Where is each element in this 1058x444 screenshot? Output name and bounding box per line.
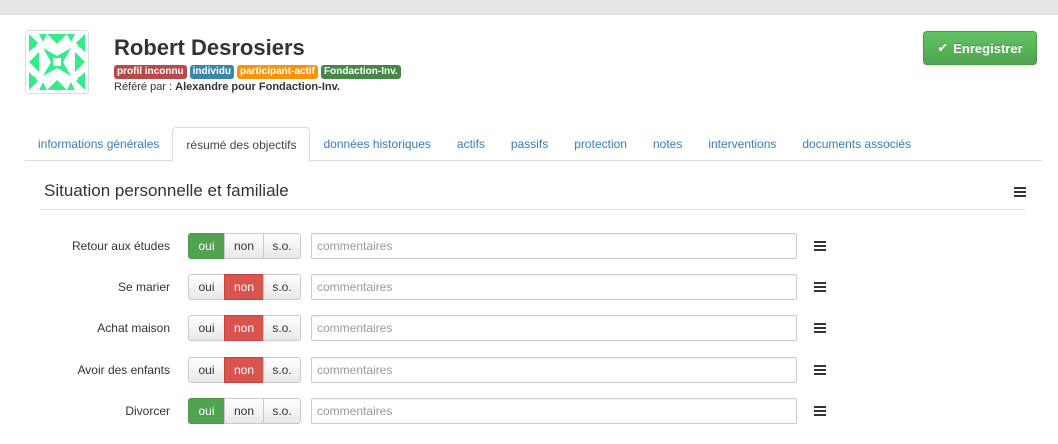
yes-no-toggle: oui non s.o.	[188, 233, 301, 259]
tab-protection[interactable]: protection	[561, 127, 640, 161]
objective-label: Achat maison	[97, 321, 170, 335]
tab-passifs[interactable]: passifs	[498, 127, 561, 161]
menu-icon[interactable]	[814, 282, 826, 292]
profile-badges: profil inconnu individu participant-acti…	[114, 65, 401, 79]
section-divider	[40, 209, 1026, 210]
option-oui-button[interactable]: oui	[188, 357, 225, 383]
menu-icon[interactable]	[814, 241, 826, 251]
objective-label: Avoir des enfants	[77, 363, 170, 377]
status-badge: participant-actif	[237, 65, 319, 79]
referred-name: Alexandre pour Fondaction-Inv.	[175, 81, 340, 93]
tab-actifs[interactable]: actifs	[444, 127, 498, 161]
yes-no-toggle: oui non s.o.	[188, 274, 301, 300]
objective-row: Retour aux études oui non s.o.	[0, 233, 1058, 259]
save-button[interactable]: ✔ Enregistrer	[923, 31, 1037, 65]
option-oui-button[interactable]: oui	[188, 315, 225, 341]
tab-interventions[interactable]: interventions	[695, 127, 789, 161]
objective-row: Avoir des enfants oui non s.o.	[0, 357, 1058, 383]
menu-icon[interactable]	[1014, 187, 1026, 197]
top-bar	[0, 0, 1058, 15]
yes-no-toggle: oui non s.o.	[188, 315, 301, 341]
save-label: Enregistrer	[953, 40, 1023, 56]
referred-prefix: Référé par :	[114, 81, 176, 93]
yes-no-toggle: oui non s.o.	[188, 357, 301, 383]
option-non-button[interactable]: non	[224, 357, 264, 383]
tab-informations-generales[interactable]: informations générales	[25, 127, 172, 161]
tab-bar: informations générales résumé des object…	[25, 127, 1042, 162]
menu-icon[interactable]	[814, 323, 826, 333]
identicon-icon	[29, 34, 85, 90]
option-so-button[interactable]: s.o.	[263, 233, 301, 259]
objective-row: Divorcer oui non s.o.	[0, 398, 1058, 424]
status-badge: Fondaction-Inv.	[321, 65, 401, 79]
option-oui-button[interactable]: oui	[188, 274, 225, 300]
comment-input[interactable]	[311, 398, 797, 424]
yes-no-toggle: oui non s.o.	[188, 398, 301, 424]
option-so-button[interactable]: s.o.	[263, 274, 301, 300]
option-non-button[interactable]: non	[224, 274, 264, 300]
referred-by: Référé par : Alexandre pour Fondaction-I…	[114, 81, 340, 93]
option-non-button[interactable]: non	[224, 398, 264, 424]
profile-name: Robert Desrosiers	[114, 35, 305, 60]
objective-label: Se marier	[117, 280, 170, 294]
tab-donnees-historiques[interactable]: données historiques	[310, 127, 443, 161]
status-badge: profil inconnu	[114, 65, 187, 79]
menu-icon[interactable]	[814, 406, 826, 416]
tab-notes[interactable]: notes	[640, 127, 695, 161]
objective-label: Divorcer	[125, 404, 170, 418]
tab-documents-associes[interactable]: documents associés	[789, 127, 924, 161]
option-non-button[interactable]: non	[224, 315, 264, 341]
tab-resume-des-objectifs[interactable]: résumé des objectifs	[172, 127, 311, 162]
objective-row: Se marier oui non s.o.	[0, 274, 1058, 300]
comment-input[interactable]	[311, 357, 797, 383]
check-icon: ✔	[937, 40, 949, 55]
objective-row: Achat maison oui non s.o.	[0, 315, 1058, 341]
option-oui-button[interactable]: oui	[188, 233, 225, 259]
menu-icon[interactable]	[814, 365, 826, 375]
comment-input[interactable]	[311, 233, 797, 259]
section-title: Situation personnelle et familiale	[44, 181, 289, 200]
option-oui-button[interactable]: oui	[188, 398, 225, 424]
option-so-button[interactable]: s.o.	[263, 357, 301, 383]
status-badge: individu	[189, 65, 234, 79]
objective-label: Retour aux études	[71, 239, 170, 253]
avatar	[25, 30, 89, 94]
comment-input[interactable]	[311, 315, 797, 341]
comment-input[interactable]	[311, 274, 797, 300]
option-non-button[interactable]: non	[224, 233, 264, 259]
option-so-button[interactable]: s.o.	[263, 315, 301, 341]
option-so-button[interactable]: s.o.	[263, 398, 301, 424]
